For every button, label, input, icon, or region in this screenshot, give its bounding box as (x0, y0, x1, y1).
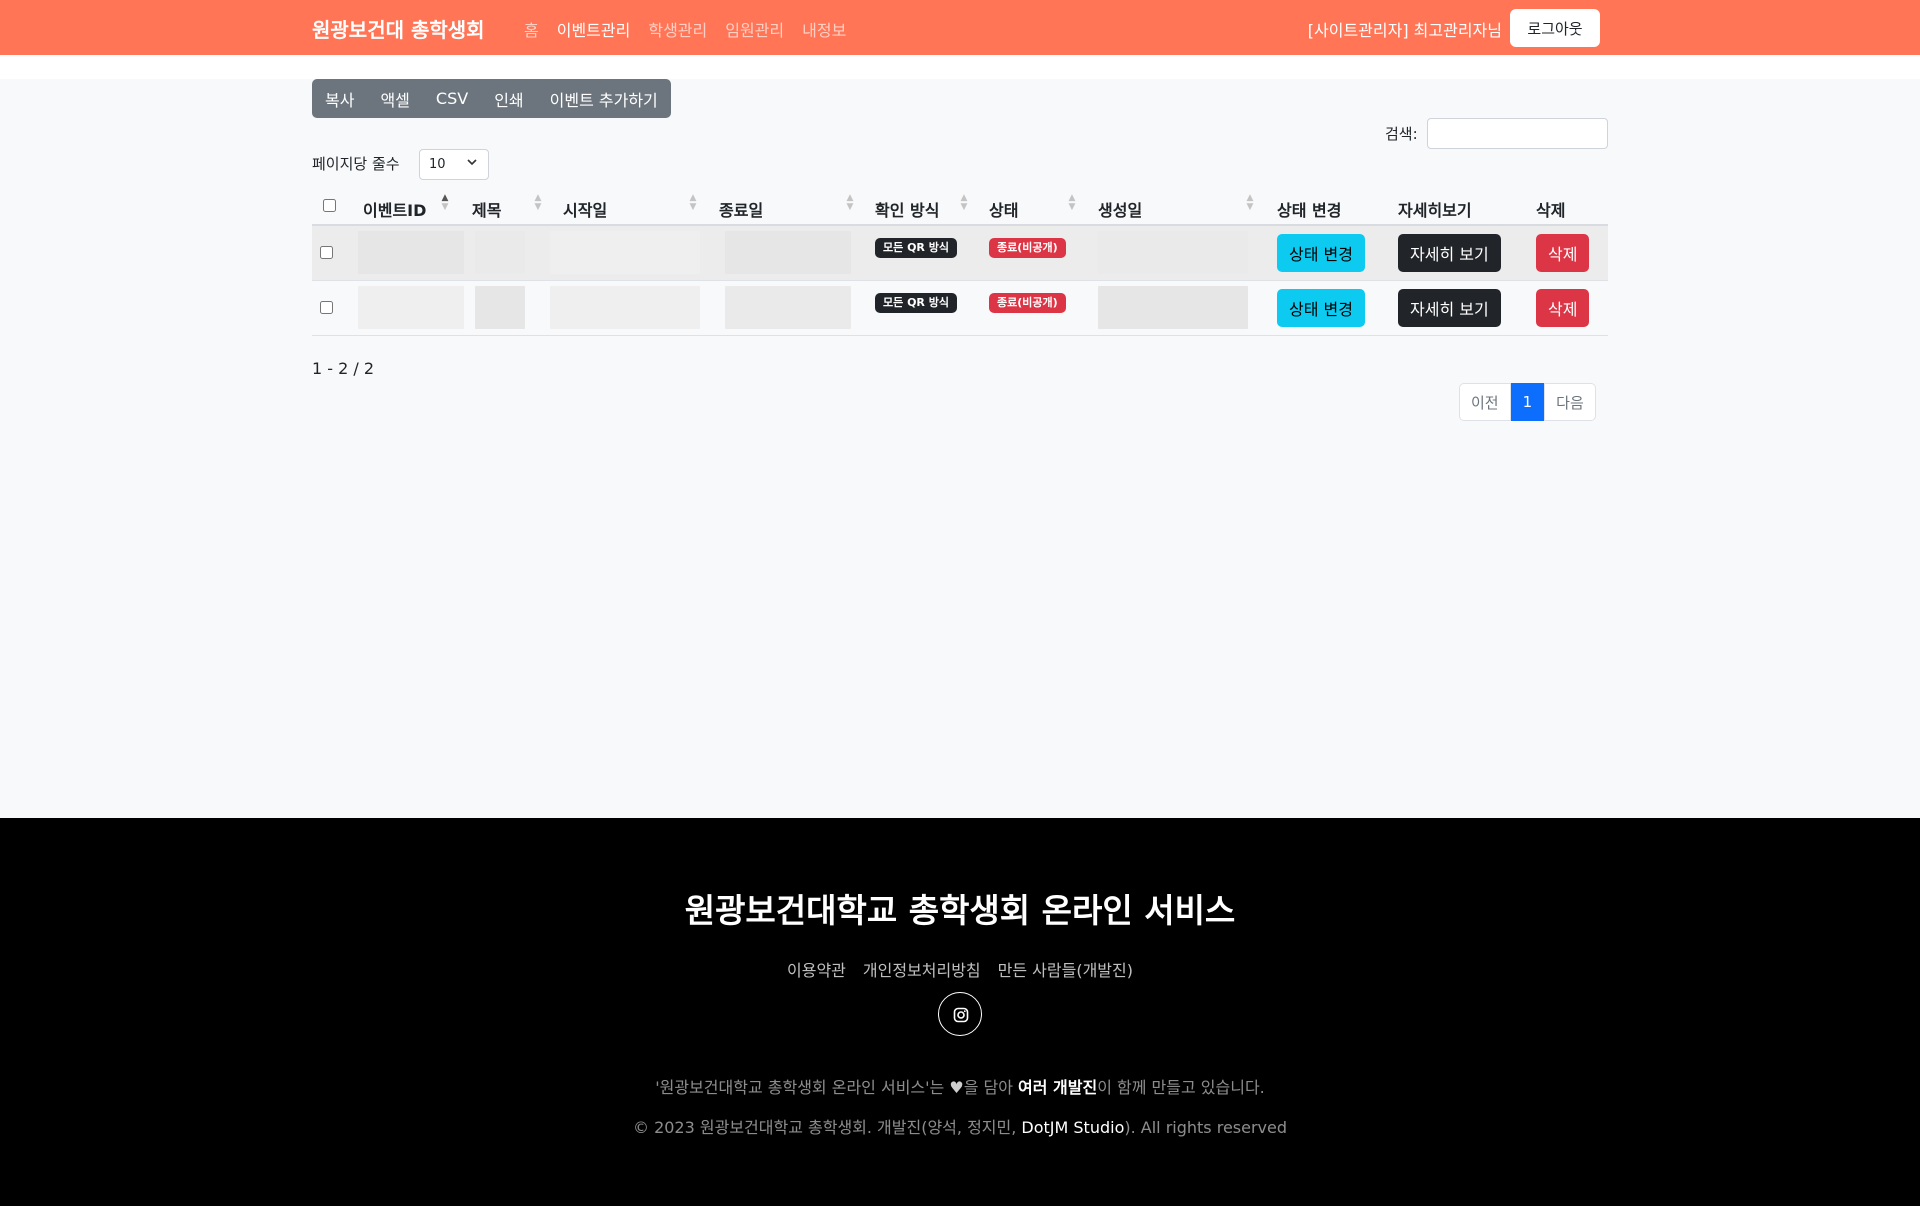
sort-icon[interactable]: ▲ ▼ (845, 194, 855, 212)
table-info: 1 - 2 / 2 (312, 359, 375, 378)
made-suffix-text: 이 함께 만들고 있습니다. (1097, 1078, 1265, 1097)
redacted-start-date (550, 286, 700, 329)
status-badge: 종료(비공개) (989, 293, 1066, 313)
select-all-checkbox[interactable] (323, 199, 336, 212)
page-length-label: 페이지당 줄수 (312, 155, 400, 173)
pagination: 이전 1 다음 (1459, 383, 1596, 421)
column-header-title[interactable]: 제목 (472, 197, 501, 221)
table-row: 모든 QR 방식 종료(비공개) 상태 변경 자세히 보기 삭제 (312, 281, 1608, 336)
excel-button[interactable]: 액셀 (367, 79, 422, 118)
current-user-label: [사이트관리자] 최고관리자님 (1307, 21, 1502, 40)
column-header-created[interactable]: 생성일 (1098, 197, 1142, 221)
instagram-icon[interactable] (938, 992, 982, 1036)
logout-button[interactable]: 로그아웃 (1510, 9, 1600, 47)
method-badge: 모든 QR 방식 (875, 293, 957, 313)
copy-button[interactable]: 복사 (312, 79, 367, 118)
row-checkbox[interactable] (320, 301, 333, 314)
redacted-end-date (725, 286, 851, 329)
developers-link[interactable]: 만든 사람들(개발진) (998, 957, 1133, 981)
delete-button[interactable]: 삭제 (1536, 289, 1590, 327)
add-event-button[interactable]: 이벤트 추가하기 (537, 79, 671, 118)
page-1-button[interactable]: 1 (1510, 383, 1545, 421)
status-badge: 종료(비공개) (989, 238, 1066, 258)
column-header-method[interactable]: 확인 방식 (875, 197, 939, 221)
view-detail-button[interactable]: 자세히 보기 (1398, 289, 1501, 327)
sort-icon[interactable]: ▲ ▼ (1245, 194, 1255, 212)
footer-made-by: '원광보건대학교 총학생회 온라인 서비스'는 ♥을 담아 여러 개발진이 함께… (0, 1074, 1920, 1098)
chevron-down-icon (465, 155, 479, 172)
made-mid-text: 을 담아 (963, 1078, 1019, 1097)
redacted-created-date (1098, 231, 1248, 274)
column-header-change-status: 상태 변경 (1277, 201, 1342, 220)
view-detail-button[interactable]: 자세히 보기 (1398, 234, 1501, 272)
copy-suffix-text: ). All rights reserved (1124, 1118, 1288, 1137)
table-row: 모든 QR 방식 종료(비공개) 상태 변경 자세히 보기 삭제 (312, 226, 1608, 281)
sort-icon[interactable]: ▲ ▼ (688, 194, 698, 212)
terms-link[interactable]: 이용약관 (787, 957, 846, 981)
page-length-select[interactable]: 10 (419, 149, 489, 180)
change-status-button[interactable]: 상태 변경 (1277, 289, 1365, 327)
search-label: 검색: (1385, 125, 1418, 143)
nav-links: 홈 이벤트관리 학생관리 임원관리 내정보 (524, 17, 846, 41)
column-header-delete: 삭제 (1536, 201, 1566, 220)
footer: 원광보건대학교 총학생회 온라인 서비스 이용약관 개인정보처리방침 만든 사람… (0, 818, 1920, 1206)
nav-link-officers[interactable]: 임원관리 (725, 17, 784, 41)
table-header: 이벤트ID ▲ ▼ 제목 ▲ ▼ 시작일 ▲ ▼ 종료일 ▲ ▼ 확인 방식 ▲ ▼ 상태… (312, 187, 1608, 226)
column-header-event-id[interactable]: 이벤트ID (363, 197, 426, 221)
redacted-title (475, 231, 525, 274)
nav-link-students[interactable]: 학생관리 (648, 17, 707, 41)
sort-icon[interactable]: ▲ ▼ (1067, 194, 1077, 212)
copy-strong-text: DotJM Studio (1021, 1118, 1125, 1137)
prev-page-button[interactable]: 이전 (1459, 383, 1511, 421)
method-badge: 모든 QR 방식 (875, 238, 957, 258)
header-spacer (0, 55, 1920, 79)
change-status-button[interactable]: 상태 변경 (1277, 234, 1365, 272)
brand-title[interactable]: 원광보건대 총학생회 (312, 14, 485, 43)
sort-icon[interactable]: ▲ ▼ (440, 194, 450, 212)
column-header-start-date[interactable]: 시작일 (563, 197, 607, 221)
delete-button[interactable]: 삭제 (1536, 234, 1590, 272)
row-checkbox[interactable] (320, 246, 333, 259)
footer-title: 원광보건대학교 총학생회 온라인 서비스 (684, 891, 1236, 930)
page-length-value: 10 (429, 157, 446, 172)
column-header-status[interactable]: 상태 (989, 197, 1018, 221)
next-page-button[interactable]: 다음 (1544, 383, 1596, 421)
main-content: 복사 액셀 CSV 인쇄 이벤트 추가하기 검색: 페이지당 줄수 10 이벤트… (0, 79, 1920, 818)
redacted-created-date (1098, 286, 1248, 329)
heart-icon: ♥ (949, 1078, 964, 1097)
top-navbar: 원광보건대 총학생회 홈 이벤트관리 학생관리 임원관리 내정보 [사이트관리자… (0, 0, 1920, 55)
datatable-buttons: 복사 액셀 CSV 인쇄 이벤트 추가하기 (312, 79, 671, 118)
footer-copyright: © 2023 원광보건대학교 총학생회. 개발진(양석, 정지민, DotJM … (0, 1114, 1920, 1138)
sort-icon[interactable]: ▲ ▼ (959, 194, 969, 212)
events-table: 이벤트ID ▲ ▼ 제목 ▲ ▼ 시작일 ▲ ▼ 종료일 ▲ ▼ 확인 방식 ▲ ▼ 상태… (312, 187, 1608, 336)
copy-prefix-text: © 2023 원광보건대학교 총학생회. 개발진(양석, 정지민, (632, 1118, 1022, 1137)
nav-link-home[interactable]: 홈 (524, 17, 539, 41)
redacted-event-id (358, 286, 464, 329)
footer-links: 이용약관 개인정보처리방침 만든 사람들(개발진) (0, 957, 1920, 981)
column-header-end-date[interactable]: 종료일 (719, 197, 763, 221)
sort-icon[interactable]: ▲ ▼ (533, 194, 543, 212)
redacted-event-id (358, 231, 464, 274)
nav-link-events[interactable]: 이벤트관리 (557, 17, 631, 41)
redacted-title (475, 286, 525, 329)
search-input[interactable] (1427, 118, 1608, 149)
nav-link-myinfo[interactable]: 내정보 (802, 17, 846, 41)
redacted-end-date (725, 231, 851, 274)
made-prefix-text: '원광보건대학교 총학생회 온라인 서비스'는 (655, 1078, 950, 1097)
redacted-start-date (550, 231, 700, 274)
column-header-detail: 자세히보기 (1398, 201, 1472, 220)
csv-button[interactable]: CSV (423, 79, 481, 118)
made-strong-text: 여러 개발진 (1018, 1078, 1098, 1097)
print-button[interactable]: 인쇄 (481, 79, 536, 118)
privacy-link[interactable]: 개인정보처리방침 (863, 957, 981, 981)
